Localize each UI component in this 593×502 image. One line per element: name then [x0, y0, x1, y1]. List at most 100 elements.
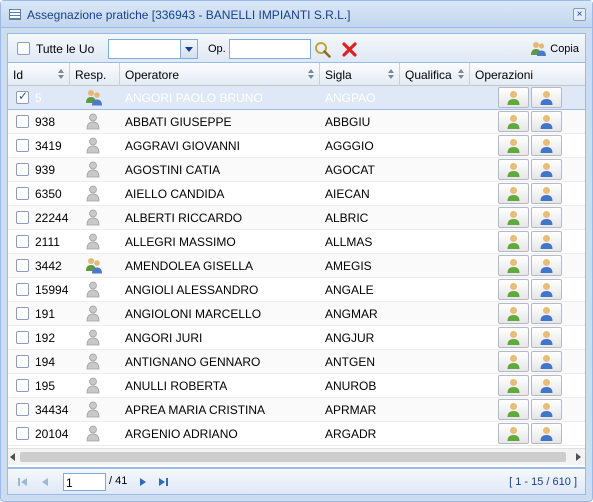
column-header-operatore[interactable]: Operatore: [120, 63, 320, 86]
row-checkbox[interactable]: [16, 355, 29, 368]
assign-user-button[interactable]: [498, 399, 529, 420]
cell-id: 20104: [35, 427, 69, 441]
prev-page-icon[interactable]: [41, 477, 49, 487]
column-header-resp[interactable]: Resp.: [70, 63, 120, 86]
edit-user-button[interactable]: [531, 279, 562, 300]
edit-user-button[interactable]: [531, 255, 562, 276]
user-gray-icon: [85, 425, 101, 442]
table-row[interactable]: 6350 AIELLO CANDIDA AIECAN: [8, 182, 585, 206]
table-row[interactable]: 939 AGOSTINI CATIA AGOCAT: [8, 158, 585, 182]
edit-user-button[interactable]: [531, 375, 562, 396]
row-checkbox[interactable]: [16, 403, 29, 416]
paging-info: [ 1 - 15 / 610 ]: [509, 476, 577, 488]
cell-sigla: ANGMAR: [325, 307, 378, 321]
edit-user-button[interactable]: [531, 423, 562, 444]
row-checkbox[interactable]: [16, 379, 29, 392]
assign-user-button[interactable]: [498, 351, 529, 372]
column-header-operazioni[interactable]: Operazioni: [470, 63, 585, 86]
operator-search-input[interactable]: [229, 39, 311, 59]
grid-header: Id Resp. Operatore Sigla Qualifica Opera…: [8, 63, 585, 86]
cell-id: 15994: [35, 283, 69, 297]
assign-user-button[interactable]: [498, 159, 529, 180]
scroll-left-icon[interactable]: [10, 453, 15, 461]
table-row[interactable]: 3442 AMENDOLEA GISELLA AMEGIS: [8, 254, 585, 278]
user-gray-icon: [85, 329, 101, 346]
assign-user-button[interactable]: [498, 231, 529, 252]
assign-user-button[interactable]: [498, 255, 529, 276]
assign-user-button[interactable]: [498, 279, 529, 300]
edit-user-button[interactable]: [531, 87, 562, 108]
cell-sigla: AIECAN: [325, 187, 370, 201]
all-uo-checkbox[interactable]: [17, 42, 30, 55]
assign-user-button[interactable]: [498, 87, 529, 108]
uo-combo[interactable]: [108, 39, 198, 59]
assign-user-button[interactable]: [498, 111, 529, 132]
assign-user-button[interactable]: [498, 135, 529, 156]
column-header-id[interactable]: Id: [8, 63, 70, 86]
row-checkbox[interactable]: [16, 211, 29, 224]
row-checkbox[interactable]: [16, 89, 29, 104]
row-checkbox[interactable]: [16, 331, 29, 344]
page-number-input[interactable]: 1: [63, 473, 106, 491]
table-row[interactable]: 2111 ALLEGRI MASSIMO ALLMAS: [8, 230, 585, 254]
scroll-thumb[interactable]: [20, 452, 566, 462]
next-page-icon[interactable]: [139, 477, 147, 487]
table-row[interactable]: 15994 ANGIOLI ALESSANDRO ANGALE: [8, 278, 585, 302]
clear-filter-icon[interactable]: [342, 42, 357, 57]
search-icon[interactable]: [314, 41, 331, 58]
assign-user-button[interactable]: [498, 327, 529, 348]
user-gray-icon: [85, 209, 101, 226]
edit-user-button[interactable]: [531, 135, 562, 156]
edit-user-button[interactable]: [531, 183, 562, 204]
edit-user-button[interactable]: [531, 207, 562, 228]
edit-user-button[interactable]: [531, 327, 562, 348]
edit-user-button[interactable]: [531, 111, 562, 132]
edit-user-button[interactable]: [531, 399, 562, 420]
row-checkbox[interactable]: [16, 163, 29, 176]
edit-user-button[interactable]: [531, 231, 562, 252]
cell-id: 939: [35, 163, 56, 177]
table-row[interactable]: 191 ANGIOLONI MARCELLO ANGMAR: [8, 302, 585, 326]
sort-icon: [308, 69, 315, 80]
assign-user-button[interactable]: [498, 183, 529, 204]
user-group-icon: [85, 257, 102, 274]
edit-user-button[interactable]: [531, 351, 562, 372]
last-page-icon[interactable]: [158, 477, 168, 487]
row-checkbox[interactable]: [16, 187, 29, 200]
edit-user-button[interactable]: [531, 159, 562, 180]
scroll-right-icon[interactable]: [576, 453, 581, 461]
table-row[interactable]: 194 ANTIGNANO GENNARO ANTGEN: [8, 350, 585, 374]
paging-toolbar: 1 / 41 [ 1 - 15 / 610 ]: [7, 468, 586, 495]
row-checkbox[interactable]: [16, 139, 29, 152]
table-row[interactable]: 20104 ARGENIO ADRIANO ARGADR: [8, 422, 585, 446]
table-row[interactable]: 3419 AGGRAVI GIOVANNI AGGGIO: [8, 134, 585, 158]
copy-button[interactable]: Copia: [530, 39, 579, 59]
table-row[interactable]: 195 ANULLI ROBERTA ANUROB: [8, 374, 585, 398]
assign-user-button[interactable]: [498, 303, 529, 324]
row-checkbox[interactable]: [16, 283, 29, 296]
close-button[interactable]: ×: [573, 8, 586, 21]
assign-user-button[interactable]: [498, 423, 529, 444]
column-header-sigla[interactable]: Sigla: [320, 63, 400, 86]
table-row[interactable]: 938 ABBATI GIUSEPPE ABBGIU: [8, 110, 585, 134]
horizontal-scrollbar[interactable]: [8, 448, 585, 465]
edit-user-button[interactable]: [531, 303, 562, 324]
assign-user-button[interactable]: [498, 375, 529, 396]
window-titlebar[interactable]: Assegnazione pratiche [336943 - BANELLI …: [1, 1, 592, 28]
row-checkbox[interactable]: [16, 235, 29, 248]
column-header-qualifica[interactable]: Qualifica: [400, 63, 470, 86]
assign-user-button[interactable]: [498, 207, 529, 228]
row-checkbox[interactable]: [16, 427, 29, 440]
sort-icon: [458, 69, 465, 80]
row-checkbox[interactable]: [16, 259, 29, 272]
table-row[interactable]: 22244 ALBERTI RICCARDO ALBRIC: [8, 206, 585, 230]
table-row[interactable]: 192 ANGORI JURI ANGJUR: [8, 326, 585, 350]
row-checkbox[interactable]: [16, 307, 29, 320]
table-row[interactable]: 34434 APREA MARIA CRISTINA APRMAR: [8, 398, 585, 422]
column-header-label: Resp.: [75, 68, 107, 82]
cell-id: 194: [35, 355, 56, 369]
table-row[interactable]: 5 ANGORI PAOLO BRUNO ANGPAO: [8, 86, 585, 110]
first-page-icon[interactable]: [18, 477, 28, 487]
row-checkbox[interactable]: [16, 115, 29, 128]
chevron-down-icon[interactable]: [180, 40, 197, 58]
